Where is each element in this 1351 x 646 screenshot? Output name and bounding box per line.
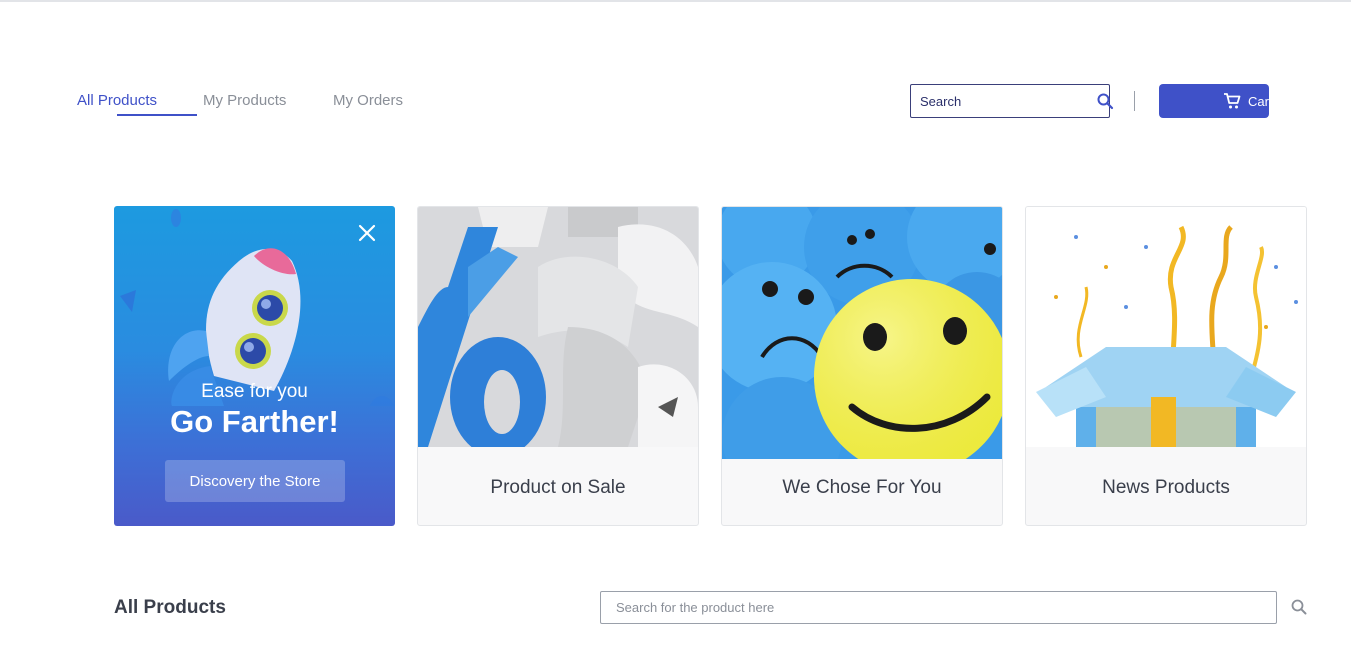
gift-box-image [1026, 207, 1306, 447]
search-icon[interactable] [1290, 598, 1308, 616]
category-card-news[interactable]: News Products [1025, 206, 1307, 526]
category-label: We Chose For You [782, 477, 942, 498]
product-search-input[interactable] [600, 591, 1277, 624]
header-divider [1134, 91, 1135, 111]
sale-image [418, 207, 698, 447]
cart-label: Cart [1248, 94, 1269, 109]
top-border [0, 0, 1351, 2]
cart-button[interactable]: Cart [1159, 84, 1269, 118]
products-section-title: All Products [114, 597, 226, 618]
category-label: News Products [1102, 477, 1230, 498]
category-card-chosen[interactable]: We Chose For You [721, 206, 1003, 526]
tab-my-orders[interactable]: My Orders [333, 92, 403, 109]
promo-banner: Ease for you Go Farther! Discovery the S… [114, 206, 395, 526]
header-search-input[interactable] [920, 93, 1096, 109]
category-card-sale[interactable]: Product on Sale [417, 206, 699, 526]
tab-all-products[interactable]: All Products [77, 92, 157, 109]
tab-my-products[interactable]: My Products [203, 92, 286, 109]
search-icon[interactable] [1096, 92, 1114, 110]
promo-title: Go Farther! [170, 404, 339, 439]
smileys-image [722, 207, 1002, 459]
close-icon[interactable] [357, 223, 377, 243]
active-tab-indicator [117, 114, 197, 116]
category-label: Product on Sale [490, 477, 626, 498]
promo-tagline: Ease for you [201, 381, 308, 402]
rocket-illustration [120, 209, 395, 406]
discover-store-button[interactable]: Discovery the Store [165, 460, 345, 502]
cart-icon [1223, 92, 1241, 110]
header-search [910, 84, 1114, 118]
